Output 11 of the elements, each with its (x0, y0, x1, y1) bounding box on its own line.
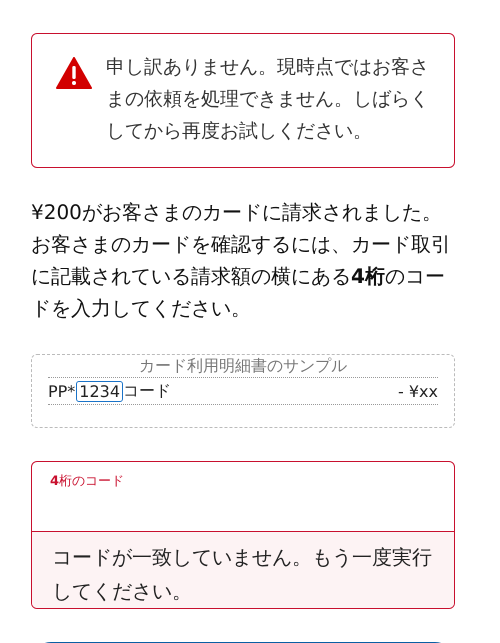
code-input-field[interactable]: 4桁のコード コードが一致していません。もう一度実行してください。 (31, 461, 455, 609)
field-label: 4桁のコード (49, 473, 126, 491)
amount-text: - ¥xx (398, 382, 438, 400)
merchant-prefix: PP* (48, 382, 76, 400)
error-message: 申し訳ありません。現時点ではお客さまの依頼を処理できません。しばらくしてから再度お試しください。 (106, 55, 430, 144)
warning-icon (56, 57, 92, 89)
instructions-text: ¥200がお客さまのカードに請求されました。お客さまのカードを確認するには、カード取引に記載されている請求額の横にある4桁のコードを入力してください。 (31, 199, 452, 322)
highlighted-code: 1234 (76, 380, 124, 402)
sample-title: カード利用明細書のサンプル (48, 355, 438, 378)
code-label: コード (123, 380, 172, 402)
field-error-message: コードが一致していません。もう一度実行してください。 (32, 531, 454, 608)
